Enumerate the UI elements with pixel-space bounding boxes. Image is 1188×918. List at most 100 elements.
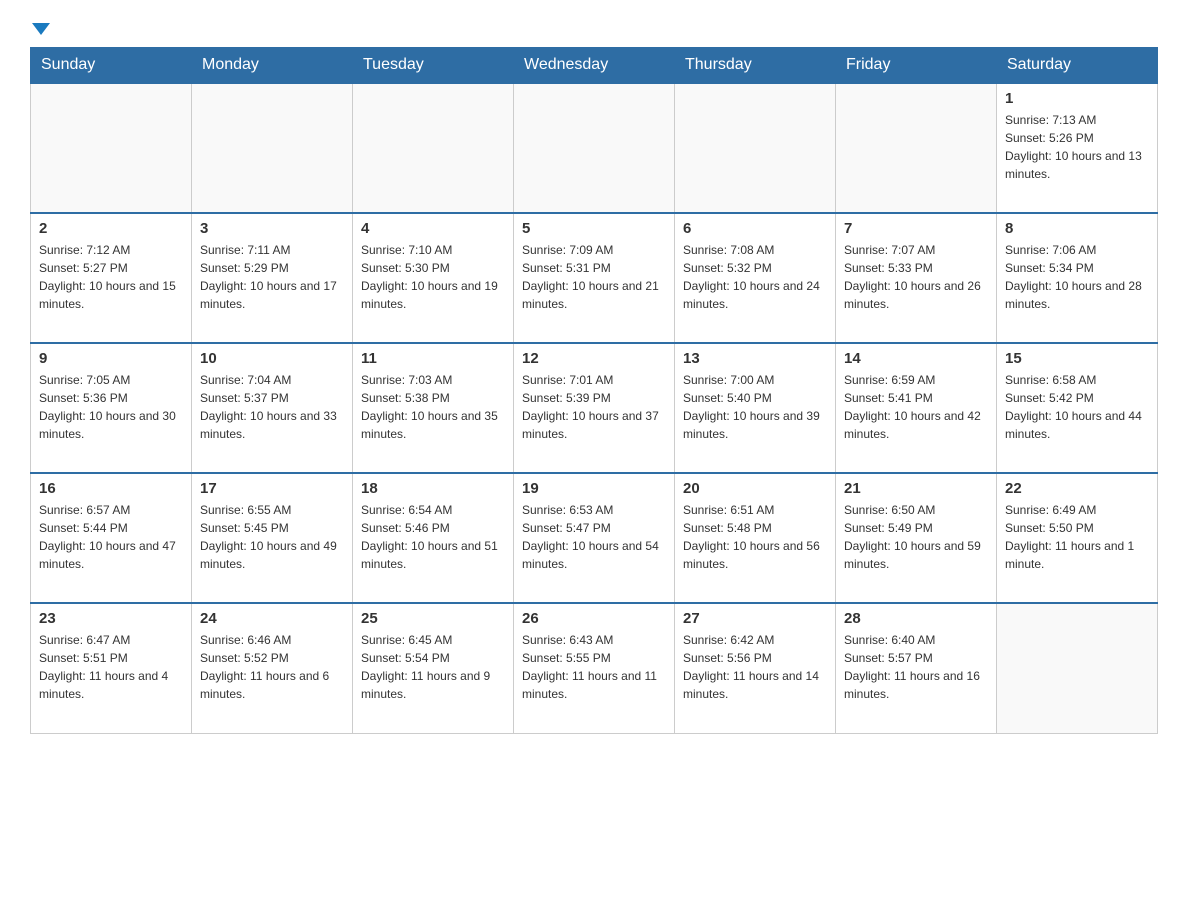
- table-row: 28 Sunrise: 6:40 AM Sunset: 5:57 PM Dayli…: [836, 603, 997, 733]
- day-number: 7: [844, 220, 988, 237]
- day-info: Sunrise: 7:01 AM Sunset: 5:39 PM Dayligh…: [522, 371, 666, 443]
- day-info: Sunrise: 6:49 AM Sunset: 5:50 PM Dayligh…: [1005, 501, 1149, 573]
- day-info: Sunrise: 7:05 AM Sunset: 5:36 PM Dayligh…: [39, 371, 183, 443]
- calendar-table: Sunday Monday Tuesday Wednesday Thursday…: [30, 47, 1158, 734]
- day-number: 21: [844, 480, 988, 497]
- day-number: 19: [522, 480, 666, 497]
- table-row: 7 Sunrise: 7:07 AM Sunset: 5:33 PM Daylig…: [836, 213, 997, 343]
- table-row: 25 Sunrise: 6:45 AM Sunset: 5:54 PM Dayli…: [353, 603, 514, 733]
- calendar-week-row: 9 Sunrise: 7:05 AM Sunset: 5:36 PM Daylig…: [31, 343, 1158, 473]
- table-row: [31, 83, 192, 213]
- logo-triangle-icon: [32, 23, 50, 35]
- day-info: Sunrise: 7:10 AM Sunset: 5:30 PM Dayligh…: [361, 241, 505, 313]
- day-info: Sunrise: 6:59 AM Sunset: 5:41 PM Dayligh…: [844, 371, 988, 443]
- table-row: 21 Sunrise: 6:50 AM Sunset: 5:49 PM Dayli…: [836, 473, 997, 603]
- table-row: 5Sunrise: 7:09 AM Sunset: 5:31 PM Daylig…: [514, 213, 675, 343]
- table-row: 15Sunrise: 6:58 AM Sunset: 5:42 PM Dayli…: [997, 343, 1158, 473]
- day-number: 9: [39, 350, 183, 367]
- table-row: 10 Sunrise: 7:04 AM Sunset: 5:37 PM Dayli…: [192, 343, 353, 473]
- table-row: 18Sunrise: 6:54 AM Sunset: 5:46 PM Dayli…: [353, 473, 514, 603]
- day-number: 27: [683, 610, 827, 627]
- table-row: [997, 603, 1158, 733]
- day-number: 20: [683, 480, 827, 497]
- table-row: 6 Sunrise: 7:08 AM Sunset: 5:32 PM Daylig…: [675, 213, 836, 343]
- table-row: [192, 83, 353, 213]
- table-row: 27 Sunrise: 6:42 AM Sunset: 5:56 PM Dayli…: [675, 603, 836, 733]
- day-info: Sunrise: 7:13 AM Sunset: 5:26 PM Dayligh…: [1005, 111, 1149, 183]
- day-number: 4: [361, 220, 505, 237]
- day-info: Sunrise: 6:43 AM Sunset: 5:55 PM Dayligh…: [522, 631, 666, 703]
- day-info: Sunrise: 6:40 AM Sunset: 5:57 PM Dayligh…: [844, 631, 988, 703]
- table-row: 1 Sunrise: 7:13 AM Sunset: 5:26 PM Daylig…: [997, 83, 1158, 213]
- day-number: 17: [200, 480, 344, 497]
- header-thursday: Thursday: [675, 48, 836, 84]
- day-info: Sunrise: 6:51 AM Sunset: 5:48 PM Dayligh…: [683, 501, 827, 573]
- day-info: Sunrise: 6:47 AM Sunset: 5:51 PM Dayligh…: [39, 631, 183, 703]
- table-row: 13 Sunrise: 7:00 AM Sunset: 5:40 PM Dayli…: [675, 343, 836, 473]
- header-saturday: Saturday: [997, 48, 1158, 84]
- header-friday: Friday: [836, 48, 997, 84]
- day-number: 14: [844, 350, 988, 367]
- day-info: Sunrise: 6:50 AM Sunset: 5:49 PM Dayligh…: [844, 501, 988, 573]
- day-number: 28: [844, 610, 988, 627]
- day-number: 23: [39, 610, 183, 627]
- day-number: 2: [39, 220, 183, 237]
- day-number: 26: [522, 610, 666, 627]
- day-info: Sunrise: 7:11 AM Sunset: 5:29 PM Dayligh…: [200, 241, 344, 313]
- table-row: 14 Sunrise: 6:59 AM Sunset: 5:41 PM Dayli…: [836, 343, 997, 473]
- table-row: 3 Sunrise: 7:11 AM Sunset: 5:29 PM Daylig…: [192, 213, 353, 343]
- day-number: 22: [1005, 480, 1149, 497]
- table-row: [836, 83, 997, 213]
- days-header-row: Sunday Monday Tuesday Wednesday Thursday…: [31, 48, 1158, 84]
- calendar-week-row: 23 Sunrise: 6:47 AM Sunset: 5:51 PM Dayli…: [31, 603, 1158, 733]
- day-number: 24: [200, 610, 344, 627]
- calendar-week-row: 2 Sunrise: 7:12 AM Sunset: 5:27 PM Daylig…: [31, 213, 1158, 343]
- day-info: Sunrise: 6:53 AM Sunset: 5:47 PM Dayligh…: [522, 501, 666, 573]
- day-info: Sunrise: 6:42 AM Sunset: 5:56 PM Dayligh…: [683, 631, 827, 703]
- table-row: 2 Sunrise: 7:12 AM Sunset: 5:27 PM Daylig…: [31, 213, 192, 343]
- table-row: 16Sunrise: 6:57 AM Sunset: 5:44 PM Dayli…: [31, 473, 192, 603]
- day-info: Sunrise: 7:03 AM Sunset: 5:38 PM Dayligh…: [361, 371, 505, 443]
- logo: [30, 20, 50, 37]
- day-info: Sunrise: 7:00 AM Sunset: 5:40 PM Dayligh…: [683, 371, 827, 443]
- table-row: 17 Sunrise: 6:55 AM Sunset: 5:45 PM Dayli…: [192, 473, 353, 603]
- table-row: 20 Sunrise: 6:51 AM Sunset: 5:48 PM Dayli…: [675, 473, 836, 603]
- day-number: 15: [1005, 350, 1149, 367]
- header-tuesday: Tuesday: [353, 48, 514, 84]
- day-info: Sunrise: 6:45 AM Sunset: 5:54 PM Dayligh…: [361, 631, 505, 703]
- calendar-week-row: 1 Sunrise: 7:13 AM Sunset: 5:26 PM Daylig…: [31, 83, 1158, 213]
- day-number: 12: [522, 350, 666, 367]
- day-info: Sunrise: 7:09 AM Sunset: 5:31 PM Dayligh…: [522, 241, 666, 313]
- table-row: [675, 83, 836, 213]
- table-row: 22 Sunrise: 6:49 AM Sunset: 5:50 PM Dayli…: [997, 473, 1158, 603]
- day-info: Sunrise: 7:08 AM Sunset: 5:32 PM Dayligh…: [683, 241, 827, 313]
- header-monday: Monday: [192, 48, 353, 84]
- day-number: 6: [683, 220, 827, 237]
- table-row: 24 Sunrise: 6:46 AM Sunset: 5:52 PM Dayli…: [192, 603, 353, 733]
- day-number: 13: [683, 350, 827, 367]
- day-number: 16: [39, 480, 183, 497]
- table-row: 9 Sunrise: 7:05 AM Sunset: 5:36 PM Daylig…: [31, 343, 192, 473]
- day-number: 10: [200, 350, 344, 367]
- day-number: 1: [1005, 90, 1149, 107]
- day-info: Sunrise: 6:46 AM Sunset: 5:52 PM Dayligh…: [200, 631, 344, 703]
- day-number: 25: [361, 610, 505, 627]
- day-info: Sunrise: 6:55 AM Sunset: 5:45 PM Dayligh…: [200, 501, 344, 573]
- table-row: 11 Sunrise: 7:03 AM Sunset: 5:38 PM Dayli…: [353, 343, 514, 473]
- table-row: 8Sunrise: 7:06 AM Sunset: 5:34 PM Daylig…: [997, 213, 1158, 343]
- day-info: Sunrise: 7:07 AM Sunset: 5:33 PM Dayligh…: [844, 241, 988, 313]
- day-number: 3: [200, 220, 344, 237]
- day-number: 18: [361, 480, 505, 497]
- table-row: 12 Sunrise: 7:01 AM Sunset: 5:39 PM Dayli…: [514, 343, 675, 473]
- table-row: 4 Sunrise: 7:10 AM Sunset: 5:30 PM Daylig…: [353, 213, 514, 343]
- table-row: [353, 83, 514, 213]
- table-row: [514, 83, 675, 213]
- day-number: 8: [1005, 220, 1149, 237]
- day-number: 11: [361, 350, 505, 367]
- table-row: 26 Sunrise: 6:43 AM Sunset: 5:55 PM Dayli…: [514, 603, 675, 733]
- day-info: Sunrise: 7:12 AM Sunset: 5:27 PM Dayligh…: [39, 241, 183, 313]
- header-wednesday: Wednesday: [514, 48, 675, 84]
- table-row: 23 Sunrise: 6:47 AM Sunset: 5:51 PM Dayli…: [31, 603, 192, 733]
- page-header: [30, 20, 1158, 37]
- day-info: Sunrise: 7:04 AM Sunset: 5:37 PM Dayligh…: [200, 371, 344, 443]
